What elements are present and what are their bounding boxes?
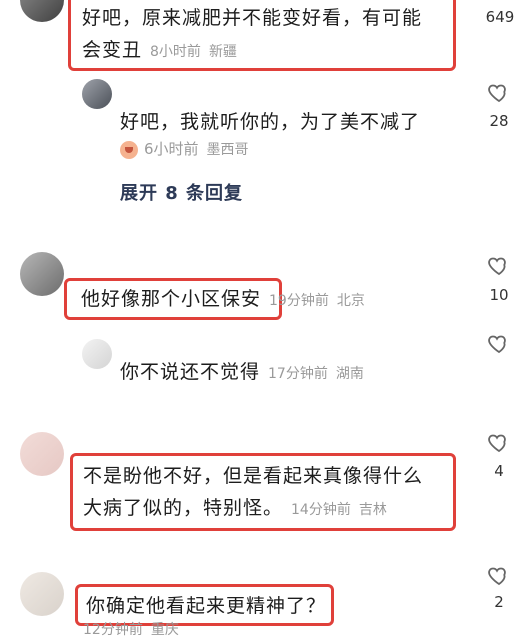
comment-line-1: 不是盼他不好，但是看起来真像得什么	[83, 465, 424, 487]
comment-text: 他好像那个小区保安 19分钟前 北京	[81, 283, 365, 317]
like-count: 28	[489, 112, 509, 130]
comment-line: 他好像那个小区保安	[81, 288, 262, 310]
avatar[interactable]	[20, 252, 64, 296]
comment-line-2: 大病了似的，特别怪。	[83, 497, 284, 519]
reply-location: 湖南	[335, 366, 364, 382]
comment-text: 你确定他看起来更精神了？	[86, 595, 327, 617]
reply-time: 17分钟前	[268, 366, 328, 382]
reply-text: 好吧，我就听你的，为了美不减了	[120, 111, 421, 133]
peach-emoji-icon	[120, 140, 138, 159]
heart-outline-icon[interactable]	[486, 80, 512, 104]
reply-meta: 6小时前 墨西哥	[120, 138, 249, 159]
reply-text: 你不说还不觉得 17分钟前 湖南	[120, 356, 364, 390]
heart-outline-icon[interactable]	[486, 253, 512, 277]
comment-location: 吉林	[358, 502, 387, 518]
heart-outline-icon[interactable]	[486, 430, 512, 454]
like-count: 2	[494, 593, 504, 611]
comment-location: 重庆	[150, 622, 179, 638]
avatar[interactable]	[82, 339, 112, 369]
comment-line-2: 会变丑	[82, 39, 143, 61]
like-count: 4	[494, 462, 504, 480]
comment-time: 14分钟前	[291, 502, 351, 518]
comment-text: 好吧，原来减肥并不能变好看，有可能 会变丑 8小时前 新疆	[82, 2, 442, 68]
heart-outline-icon[interactable]	[486, 563, 512, 587]
comment-line-1: 好吧，原来减肥并不能变好看，有可能	[82, 7, 423, 29]
heart-outline-icon[interactable]	[486, 331, 512, 355]
reply-time: 6小时前	[144, 140, 199, 158]
comment-text: 不是盼他不好，但是看起来真像得什么 大病了似的，特别怪。 14分钟前 吉林	[83, 460, 443, 526]
avatar[interactable]	[20, 572, 64, 616]
avatar[interactable]	[82, 79, 112, 109]
expand-replies-button[interactable]: 展开 8 条回复	[120, 179, 243, 205]
reply-location: 墨西哥	[206, 142, 249, 158]
comment-location: 北京	[336, 293, 365, 309]
avatar[interactable]	[20, 432, 64, 476]
comment-meta: 12分钟前 重庆	[83, 619, 179, 639]
reply-line: 你不说还不觉得	[120, 361, 261, 383]
like-count: 649	[485, 8, 515, 26]
comment-location: 新疆	[208, 44, 237, 60]
avatar[interactable]	[20, 0, 64, 22]
comment-time: 19分钟前	[269, 293, 329, 309]
comment-time: 12分钟前	[83, 622, 143, 638]
like-count: 10	[489, 286, 509, 304]
comment-time: 8小时前	[150, 44, 201, 60]
